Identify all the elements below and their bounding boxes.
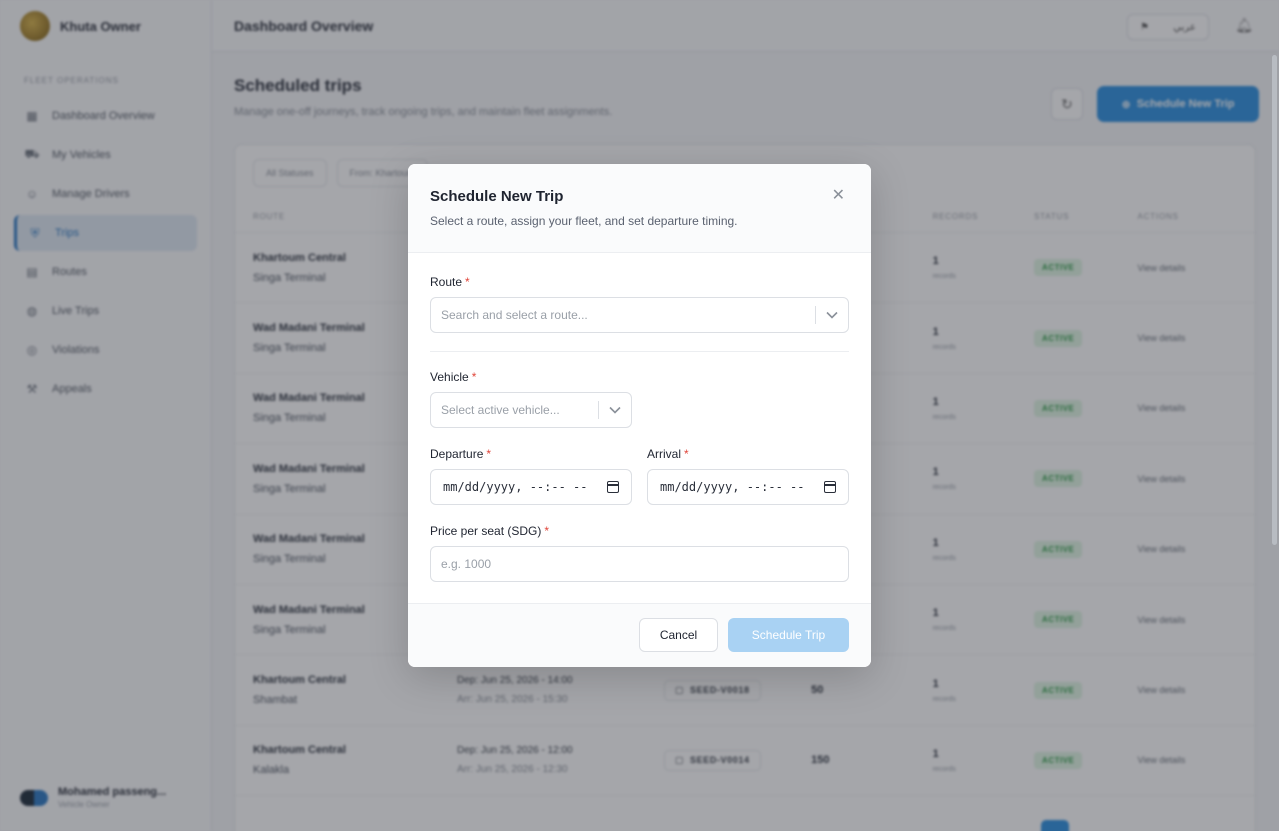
arrival-datetime-input[interactable]: mm/dd/yyyy, --:-- -- bbox=[647, 469, 849, 505]
departure-group: Departure * mm/dd/yyyy, --:-- -- bbox=[430, 447, 632, 505]
scrollbar[interactable] bbox=[1272, 55, 1277, 545]
departure-datetime-input[interactable]: mm/dd/yyyy, --:-- -- bbox=[430, 469, 632, 505]
dialog-subtitle: Select a route, assign your fleet, and s… bbox=[430, 214, 738, 228]
departure-label-text: Departure bbox=[430, 447, 484, 461]
route-label: Route * bbox=[430, 275, 849, 289]
required-mark: * bbox=[544, 524, 550, 538]
required-mark: * bbox=[684, 447, 689, 461]
dialog-header: Schedule New Trip Select a route, assign… bbox=[408, 164, 871, 253]
schedule-trip-button[interactable]: Schedule Trip bbox=[728, 618, 849, 652]
route-select[interactable]: Search and select a route... bbox=[430, 297, 849, 333]
vehicle-select[interactable]: Select active vehicle... bbox=[430, 392, 632, 428]
price-label: Price per seat (SDG) * bbox=[430, 524, 849, 538]
vehicle-label-text: Vehicle bbox=[430, 370, 469, 384]
chevron-down-icon[interactable] bbox=[816, 311, 848, 319]
arrival-label: Arrival * bbox=[647, 447, 849, 461]
schedule-trip-dialog: Schedule New Trip Select a route, assign… bbox=[408, 164, 871, 667]
required-mark: * bbox=[465, 275, 470, 289]
dialog-body: Route * Search and select a route... Vehi… bbox=[408, 253, 871, 582]
calendar-icon[interactable] bbox=[824, 481, 836, 493]
required-mark: * bbox=[471, 370, 477, 384]
route-placeholder: Search and select a route... bbox=[441, 308, 588, 322]
vehicle-placeholder: Select active vehicle... bbox=[441, 403, 560, 417]
cancel-button[interactable]: Cancel bbox=[639, 618, 718, 652]
calendar-icon[interactable] bbox=[607, 481, 619, 493]
chevron-down-icon[interactable] bbox=[599, 406, 631, 414]
price-label-text: Price per seat (SDG) bbox=[430, 524, 542, 538]
price-input[interactable] bbox=[430, 546, 849, 582]
departure-label: Departure * bbox=[430, 447, 632, 461]
close-icon[interactable]: ✕ bbox=[832, 188, 845, 204]
datetime-row: Departure * mm/dd/yyyy, --:-- -- Arrival *… bbox=[430, 447, 849, 505]
vehicle-label: Vehicle * bbox=[430, 370, 849, 384]
arrival-label-text: Arrival bbox=[647, 447, 682, 461]
arrival-value: mm/dd/yyyy, --:-- -- bbox=[660, 480, 805, 494]
dialog-title: Schedule New Trip bbox=[430, 188, 564, 205]
departure-value: mm/dd/yyyy, --:-- -- bbox=[443, 480, 588, 494]
arrival-group: Arrival * mm/dd/yyyy, --:-- -- bbox=[647, 447, 849, 505]
required-mark: * bbox=[486, 447, 492, 461]
route-label-text: Route bbox=[430, 275, 463, 289]
divider bbox=[430, 351, 849, 352]
dialog-footer: Cancel Schedule Trip bbox=[408, 603, 871, 667]
